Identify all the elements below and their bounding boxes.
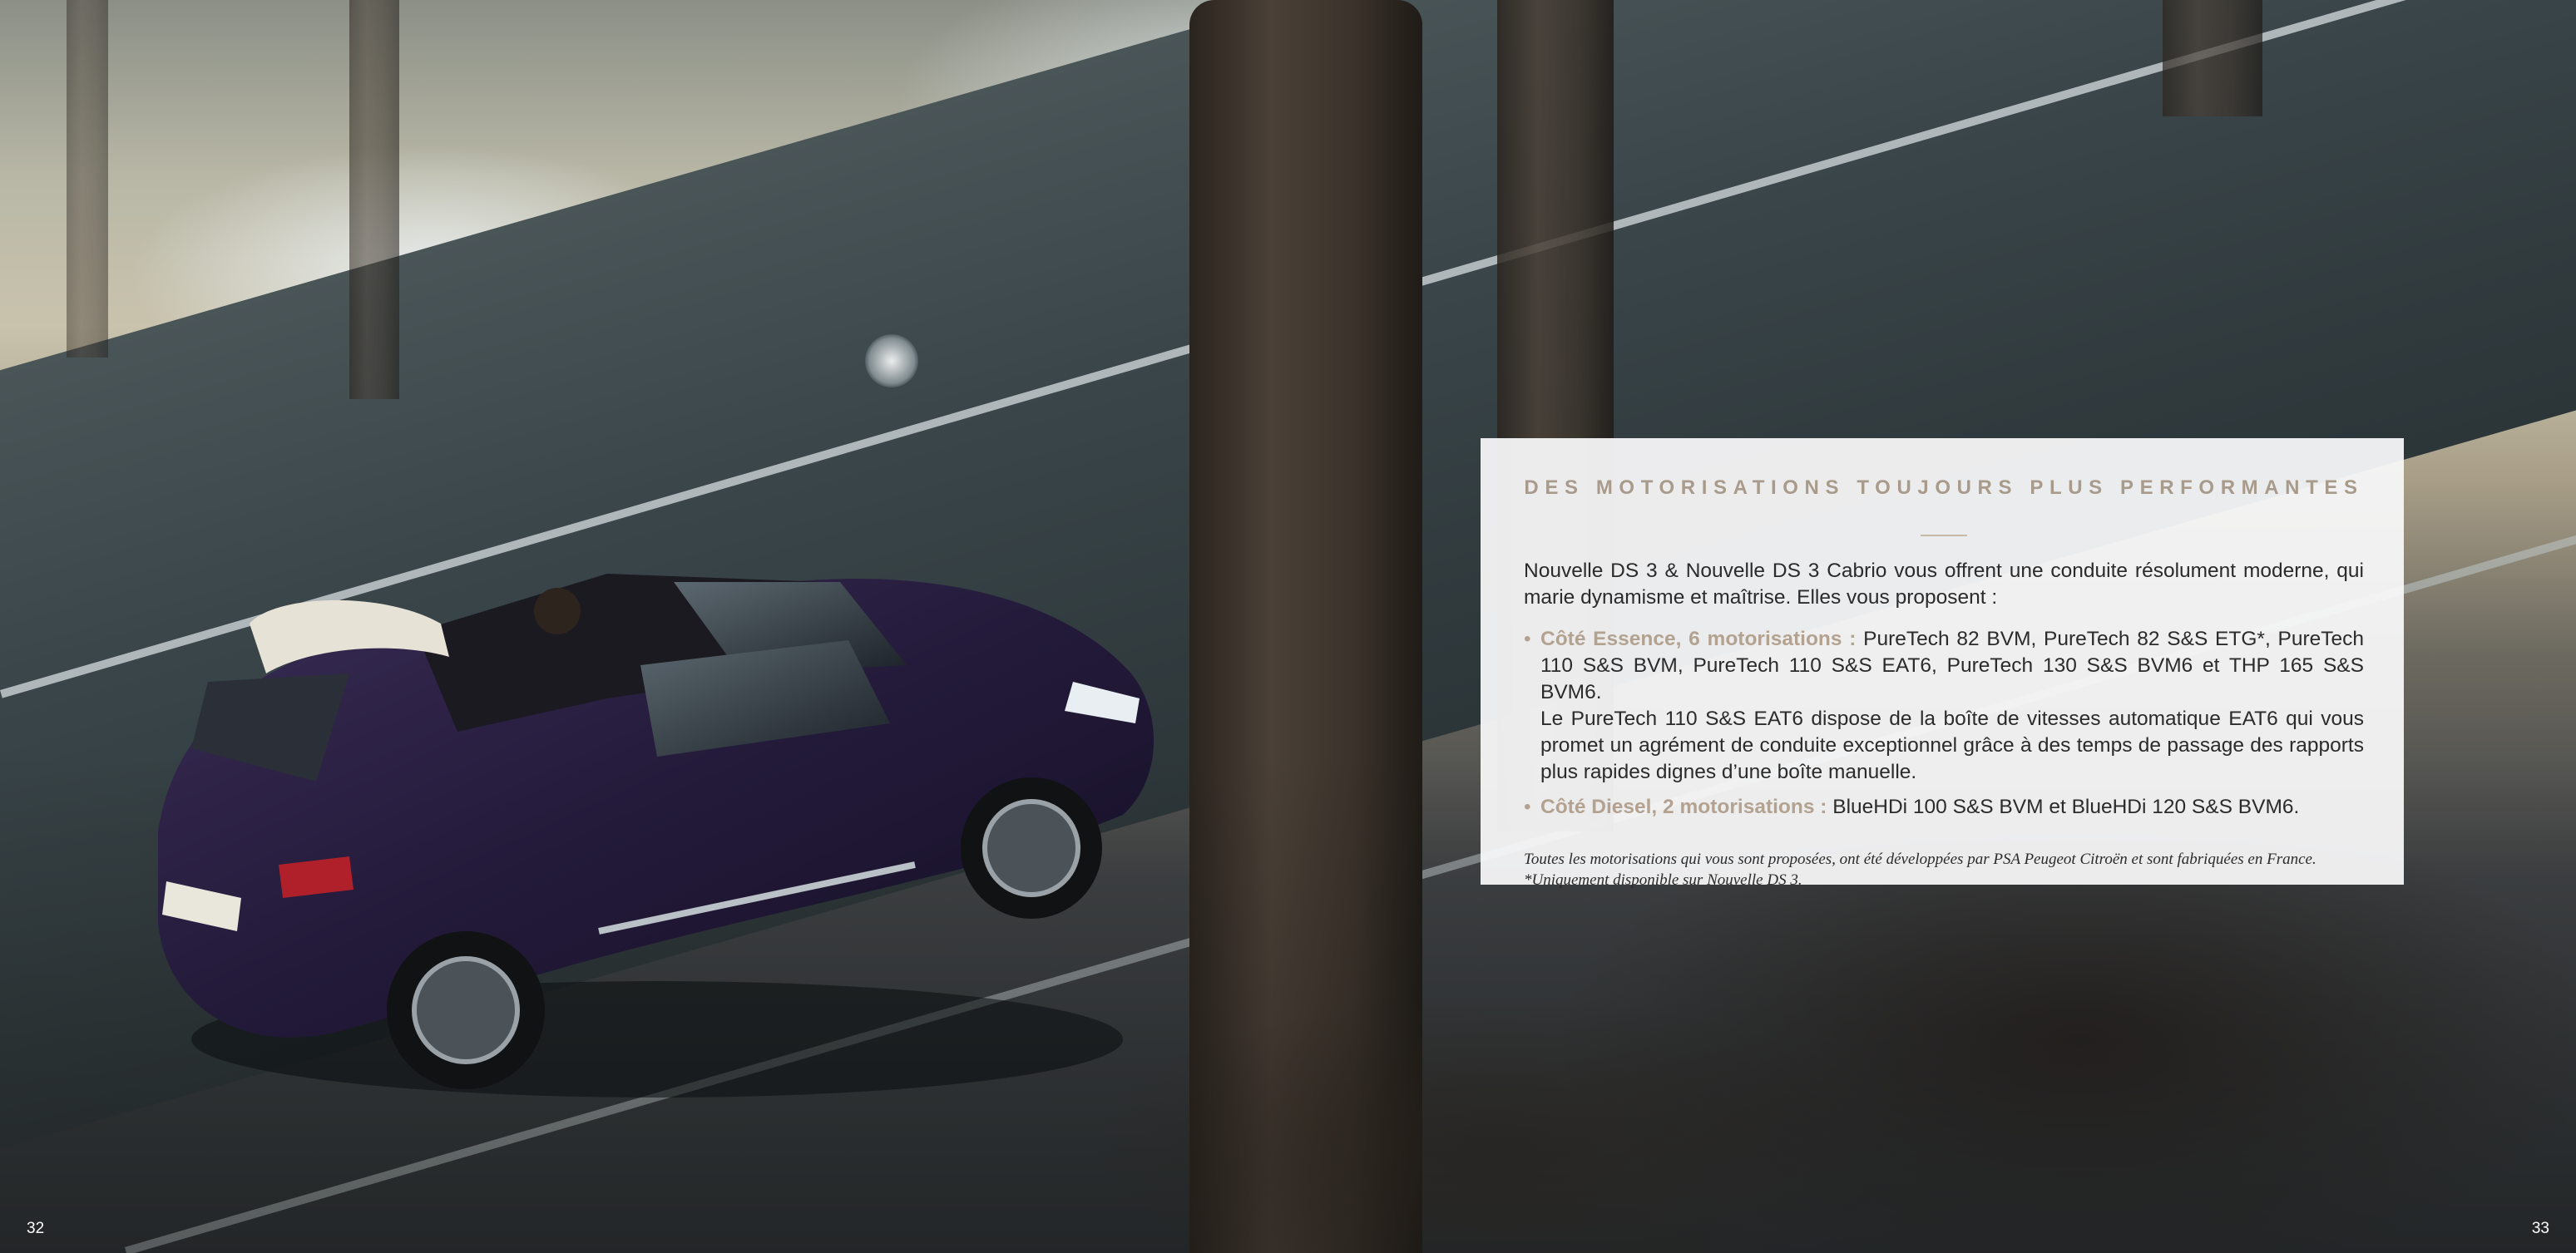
essence-label: Côté Essence, 6 motorisations : xyxy=(1540,628,1857,650)
diesel-label: Côté Diesel, 2 motorisations : xyxy=(1540,796,1827,818)
essence-eat6-note: Le PureTech 110 S&S EAT6 dispose de la b… xyxy=(1540,708,2364,783)
bullet-icon: • xyxy=(1524,796,1531,818)
footnotes: Toutes les motorisations qui vous sont p… xyxy=(1524,849,2364,890)
footnote-manufacturing: Toutes les motorisations qui vous sont p… xyxy=(1524,851,2316,868)
page-number-right: 33 xyxy=(2531,1220,2549,1237)
title-divider xyxy=(1921,535,1967,536)
footnote-availability: *Uniquement disponible sur Nouvelle DS 3… xyxy=(1524,871,1802,889)
diesel-engines: BlueHDi 100 S&S BVM et BlueHDi 120 S&S B… xyxy=(1832,796,2300,818)
list-item-diesel: • Côté Diesel, 2 motorisations : BlueHDi… xyxy=(1524,794,2364,821)
engine-list: • Côté Essence, 6 motorisations : PureTe… xyxy=(1524,626,2364,821)
list-item-essence: • Côté Essence, 6 motorisations : PureTe… xyxy=(1524,626,2364,786)
page-number-left: 32 xyxy=(27,1220,45,1237)
rear-rim xyxy=(412,956,520,1064)
intro-paragraph: Nouvelle DS 3 & Nouvelle DS 3 Cabrio vou… xyxy=(1524,560,2364,609)
panel-title: DES MOTORISATIONS TOUJOURS PLUS PERFORMA… xyxy=(1524,476,2364,499)
bullet-icon: • xyxy=(1524,628,1531,650)
front-rim xyxy=(982,799,1080,897)
info-panel: DES MOTORISATIONS TOUJOURS PLUS PERFORMA… xyxy=(1481,438,2404,889)
driver xyxy=(534,588,581,634)
ds3-cabrio-car xyxy=(158,574,1155,1098)
